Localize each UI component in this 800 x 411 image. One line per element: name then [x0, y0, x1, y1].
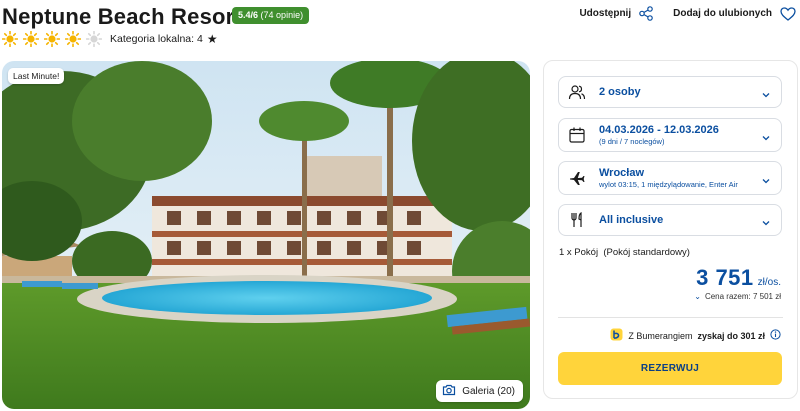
info-icon[interactable] [770, 329, 781, 342]
camera-icon [442, 384, 456, 399]
flight-details: wylot 03:15, 1 międzylądowanie, Enter Ai… [599, 179, 738, 189]
favorite-button[interactable]: Dodaj do ulubionych [673, 6, 796, 21]
sun-icon-filled [23, 31, 39, 47]
rating-reviews: (74 opinie) [260, 10, 304, 20]
board-value: All inclusive [599, 213, 664, 226]
local-category-label: Kategoria lokalna: 4 [110, 33, 203, 45]
persons-selector[interactable]: 2 osoby [558, 76, 782, 108]
sun-icon-filled [65, 31, 81, 47]
hotel-photo-gallery[interactable]: Last Minute! Galeria (20) [2, 61, 530, 409]
star-icon: ★ [206, 32, 218, 46]
local-category: Kategoria lokalna: 4 ★ [110, 33, 218, 45]
plane-icon [568, 169, 586, 187]
cutlery-icon [568, 211, 586, 229]
departure-city: Wrocław [599, 166, 645, 179]
chevron-down-icon [761, 130, 771, 141]
share-label: Udostępnij [579, 8, 632, 19]
hotel-title: Neptune Beach Resort [2, 4, 242, 29]
divider [558, 317, 783, 318]
dates-selector[interactable]: 04.03.2026 - 12.03.2026 (9 dni / 7 nocle… [558, 118, 782, 152]
chevron-down-icon [761, 215, 771, 226]
total-price-toggle[interactable]: ⌄ Cena razem: 7 501 zł [694, 292, 781, 301]
room-type: (Pokój standardowy) [603, 247, 690, 258]
total-price: Cena razem: 7 501 zł [704, 292, 781, 301]
flight-selector[interactable]: Wrocław wylot 03:15, 1 międzylądowanie, … [558, 161, 782, 195]
bumerang-logo-icon [610, 328, 623, 343]
price-per-person: 3 751 zł/os. [696, 265, 781, 291]
hotel-stars [2, 31, 102, 47]
bumerang-amount: zyskaj do 301 zł [697, 330, 765, 341]
sun-icon-empty [86, 31, 102, 47]
chevron-down-icon: ⌄ [694, 292, 701, 301]
chevron-down-icon [761, 87, 771, 98]
dates-value: 04.03.2026 - 12.03.2026 [599, 123, 719, 136]
heart-icon [780, 6, 796, 21]
rating-badge[interactable]: 5.4/6 (74 opinie) [232, 7, 310, 24]
people-icon [568, 83, 586, 101]
favorite-label: Dodaj do ulubionych [673, 8, 772, 19]
share-button[interactable]: Udostępnij [579, 6, 653, 21]
calendar-icon [568, 126, 586, 144]
price-amount: 3 751 [696, 265, 754, 290]
chevron-down-icon [761, 173, 771, 184]
share-icon [639, 6, 653, 21]
gallery-label: Galeria (20) [462, 385, 515, 397]
room-quantity: 1 x Pokój [559, 247, 599, 258]
room-info: 1 x Pokój (Pokój standardowy) [559, 247, 690, 258]
sun-icon-filled [2, 31, 18, 47]
booking-panel: 2 osoby 04.03.2026 - 12.03.2026 (9 dni /… [543, 60, 798, 399]
dates-duration: (9 dni / 7 noclegów) [599, 136, 665, 146]
hotel-photo [2, 61, 530, 409]
last-minute-badge: Last Minute! [8, 68, 65, 84]
sun-icon-filled [44, 31, 60, 47]
board-selector[interactable]: All inclusive [558, 204, 782, 236]
bumerang-promo: Z Bumerangiem zyskaj do 301 zł [610, 328, 781, 343]
gallery-button[interactable]: Galeria (20) [436, 380, 523, 402]
persons-value: 2 osoby [599, 85, 641, 98]
book-button[interactable]: REZERWUJ [558, 352, 782, 385]
price-unit: zł/os. [757, 277, 781, 288]
rating-score: 5.4/6 [238, 10, 259, 20]
bumerang-prefix: Z Bumerangiem [628, 330, 693, 341]
top-actions: Udostępnij Dodaj do ulubionych [579, 6, 796, 21]
